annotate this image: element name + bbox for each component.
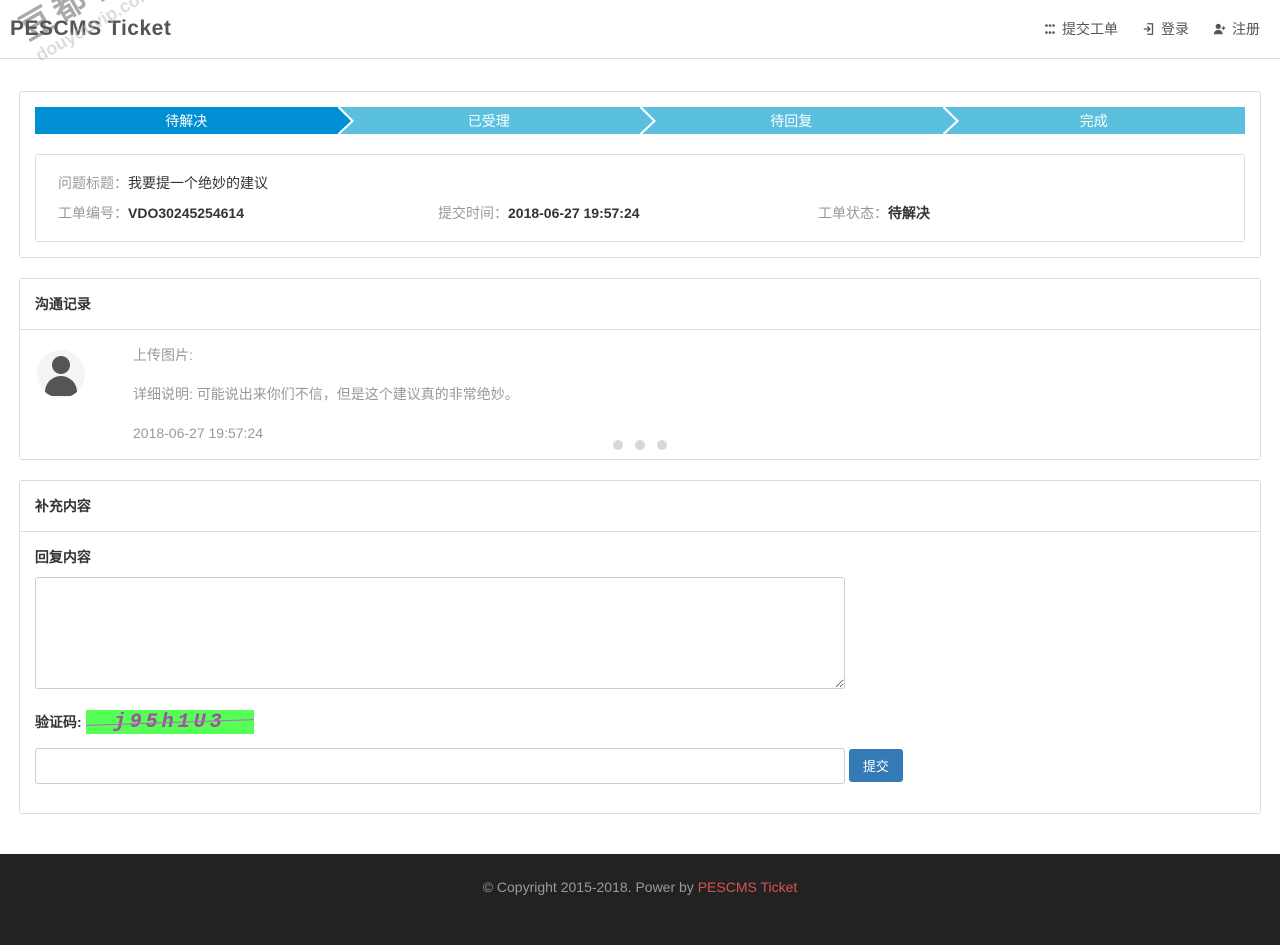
- communication-panel: 沟通记录 上传图片: 详细说明: 可能说出来你们不信，但是这个建议真的非常绝妙。…: [19, 278, 1261, 460]
- nav-register[interactable]: 注册: [1213, 19, 1260, 39]
- submit-time-label: 提交时间：: [438, 205, 508, 221]
- submit-time-value: 2018-06-27 19:57:24: [508, 205, 640, 221]
- upload-row: 上传图片:: [133, 345, 1245, 366]
- nav-register-label: 注册: [1232, 19, 1260, 39]
- detail-label: 详细说明:: [133, 386, 193, 402]
- register-icon: [1213, 22, 1227, 36]
- header-nav: 提交工单 登录 注册: [1043, 19, 1260, 39]
- ticket-title-label: 问题标题：: [58, 175, 128, 191]
- footer-copyright: © Copyright 2015-2018. Power by: [483, 879, 698, 895]
- main-content: 待解决 已受理 待回复 完成 问题标题：我要提一个绝妙的建议 工单编号：VDO3…: [0, 59, 1280, 854]
- status-label: 工单状态：: [818, 205, 888, 221]
- communication-content: 上传图片: 详细说明: 可能说出来你们不信，但是这个建议真的非常绝妙。 2018…: [133, 345, 1245, 444]
- user-avatar: [37, 350, 85, 398]
- header: PESCMS Ticket 提交工单 登录 注册: [0, 0, 1280, 59]
- nav-login[interactable]: 登录: [1142, 19, 1189, 39]
- progress-steps: 待解决 已受理 待回复 完成: [35, 107, 1245, 134]
- nav-submit-label: 提交工单: [1062, 19, 1118, 39]
- reply-textarea[interactable]: [35, 577, 845, 689]
- ticket-title-value: 我要提一个绝妙的建议: [128, 175, 268, 191]
- step-done: 完成: [943, 107, 1246, 134]
- step-pending: 待解决: [35, 107, 338, 134]
- step-accepted: 已受理: [338, 107, 641, 134]
- nav-login-label: 登录: [1161, 19, 1189, 39]
- ticket-icon: [1043, 22, 1057, 36]
- supplement-heading: 补充内容: [20, 481, 1260, 532]
- footer-link[interactable]: PESCMS Ticket: [698, 879, 798, 895]
- captcha-image[interactable]: j95h1U3: [86, 710, 254, 734]
- communication-heading: 沟通记录: [20, 279, 1260, 330]
- ticket-number-value: VDO30245254614: [128, 205, 244, 221]
- nav-submit-ticket[interactable]: 提交工单: [1043, 19, 1118, 39]
- communication-timestamp: 2018-06-27 19:57:24: [133, 423, 1245, 444]
- supplement-panel: 补充内容 回复内容 验证码: j95h1U3 提交: [19, 480, 1261, 814]
- logo[interactable]: PESCMS Ticket: [10, 17, 171, 41]
- ticket-number-label: 工单编号：: [58, 205, 128, 221]
- detail-text: 可能说出来你们不信，但是这个建议真的非常绝妙。: [197, 386, 519, 402]
- submit-button[interactable]: 提交: [849, 749, 903, 782]
- captcha-input[interactable]: [35, 748, 845, 784]
- avatar-wrap: [35, 345, 105, 444]
- step-awaiting: 待回复: [640, 107, 943, 134]
- status-value: 待解决: [888, 205, 930, 221]
- reply-label: 回复内容: [35, 547, 1245, 567]
- login-icon: [1142, 22, 1156, 36]
- captcha-label: 验证码:: [35, 712, 82, 732]
- ticket-panel: 待解决 已受理 待回复 完成 问题标题：我要提一个绝妙的建议 工单编号：VDO3…: [19, 91, 1261, 258]
- ticket-info: 问题标题：我要提一个绝妙的建议 工单编号：VDO30245254614 提交时间…: [35, 154, 1245, 242]
- footer: © Copyright 2015-2018. Power by PESCMS T…: [0, 854, 1280, 945]
